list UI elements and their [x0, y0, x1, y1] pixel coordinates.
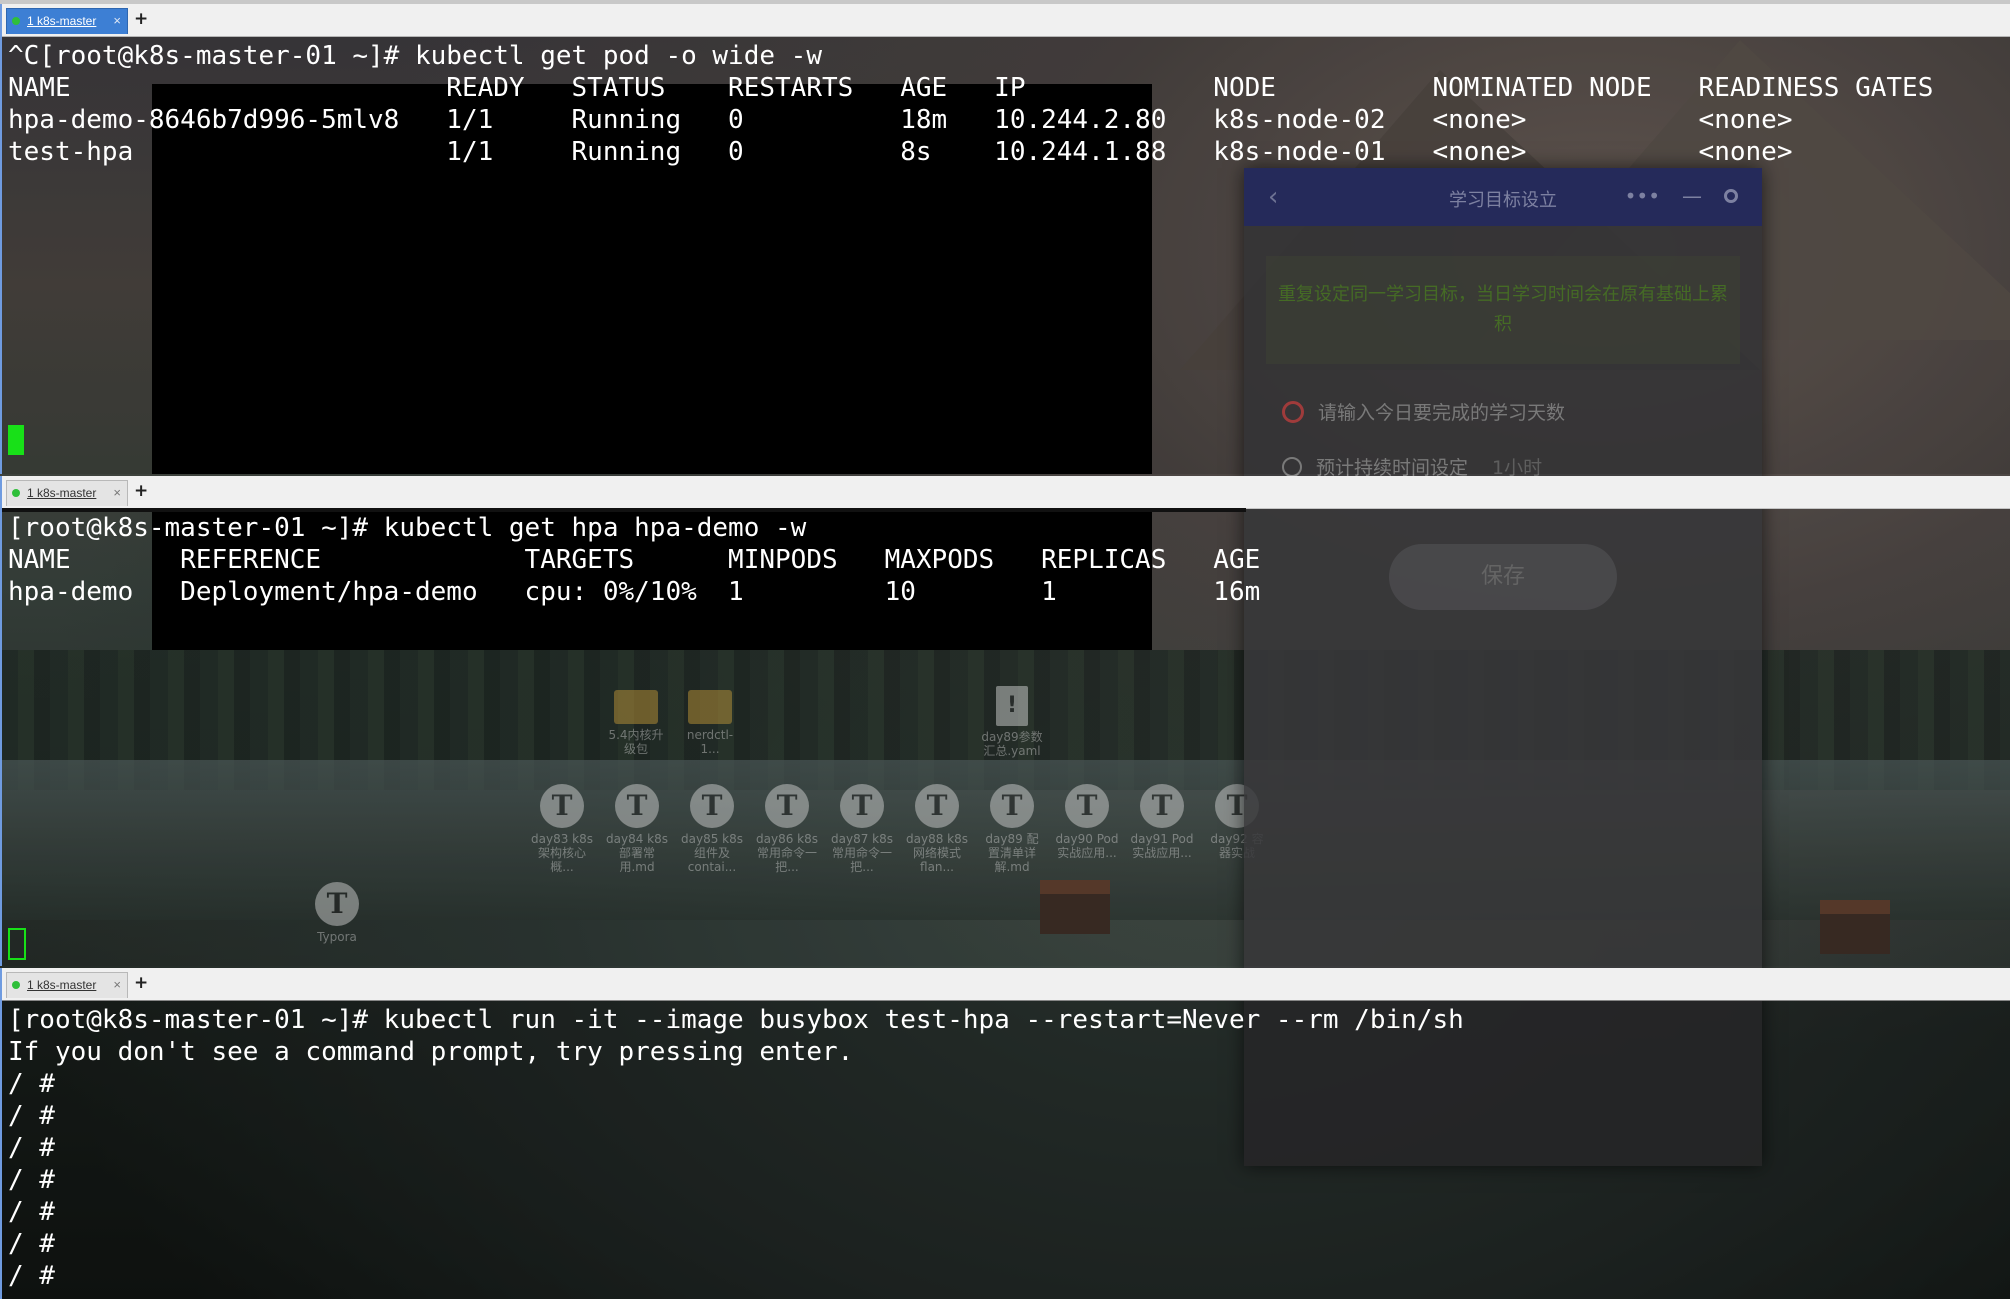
session-tab-bar: 1 k8s-master × + — [2, 476, 2010, 509]
terminal-pane-pods[interactable]: 1 k8s-master × + ^C[root@k8s-master-01 ~… — [0, 4, 2010, 474]
terminal-line: / # — [8, 1165, 55, 1195]
terminal-line: test-hpa 1/1 Running 0 8s 10.244.1.88 k8… — [8, 137, 1793, 167]
terminal-line: / # — [8, 1133, 55, 1163]
session-tab[interactable]: 1 k8s-master × — [6, 480, 128, 506]
terminal-line: / # — [8, 1261, 55, 1291]
new-tab-icon[interactable]: + — [134, 9, 148, 29]
terminal-pane-hpa[interactable]: 1 k8s-master × + [root@k8s-master-01 ~]#… — [0, 476, 2010, 966]
terminal-lines: ^C[root@k8s-master-01 ~]# kubectl get po… — [8, 40, 1933, 168]
terminal-lines: [root@k8s-master-01 ~]# kubectl run -it … — [8, 1004, 1464, 1292]
session-tab[interactable]: 1 k8s-master × — [6, 972, 128, 998]
terminal-output[interactable]: [root@k8s-master-01 ~]# kubectl run -it … — [2, 1000, 2010, 1299]
terminal-pane-busybox[interactable]: 1 k8s-master × + [root@k8s-master-01 ~]#… — [0, 968, 2010, 1299]
session-tab-label: 1 k8s-master — [27, 14, 97, 28]
terminal-line: hpa-demo Deployment/hpa-demo cpu: 0%/10%… — [8, 577, 1261, 607]
terminal-line: If you don't see a command prompt, try p… — [8, 1037, 854, 1067]
close-icon[interactable]: × — [113, 485, 121, 500]
session-tab[interactable]: 1 k8s-master × — [6, 8, 128, 34]
new-tab-icon[interactable]: + — [134, 481, 148, 501]
terminal-line: / # — [8, 1101, 55, 1131]
close-icon[interactable]: × — [113, 977, 121, 992]
terminal-line: hpa-demo-8646b7d996-5mlv8 1/1 Running 0 … — [8, 105, 1793, 135]
terminal-line: / # — [8, 1069, 55, 1099]
terminal-line: [root@k8s-master-01 ~]# kubectl get hpa … — [8, 513, 807, 543]
terminal-lines: [root@k8s-master-01 ~]# kubectl get hpa … — [8, 512, 1260, 608]
terminal-cursor — [8, 425, 24, 455]
new-tab-icon[interactable]: + — [134, 973, 148, 993]
terminal-line: [root@k8s-master-01 ~]# kubectl run -it … — [8, 1005, 1464, 1035]
connected-status-icon — [12, 981, 20, 989]
close-icon[interactable]: × — [113, 13, 121, 28]
session-tab-bar: 1 k8s-master × + — [2, 4, 2010, 37]
session-tab-label: 1 k8s-master — [27, 978, 97, 992]
connected-status-icon — [12, 17, 20, 25]
terminal-output[interactable]: [root@k8s-master-01 ~]# kubectl get hpa … — [2, 508, 2010, 966]
terminal-line: / # — [8, 1229, 55, 1259]
terminal-line: ^C[root@k8s-master-01 ~]# kubectl get po… — [8, 41, 822, 71]
connected-status-icon — [12, 489, 20, 497]
terminal-line: / # — [8, 1197, 55, 1227]
session-tab-bar: 1 k8s-master × + — [2, 968, 2010, 1001]
session-tab-label: 1 k8s-master — [27, 486, 97, 500]
terminal-output[interactable]: ^C[root@k8s-master-01 ~]# kubectl get po… — [2, 36, 2010, 474]
terminal-line: NAME READY STATUS RESTARTS AGE IP NODE N… — [8, 73, 1934, 103]
terminal-cursor — [8, 928, 26, 960]
terminal-line: NAME REFERENCE TARGETS MINPODS MAXPODS R… — [8, 545, 1261, 575]
